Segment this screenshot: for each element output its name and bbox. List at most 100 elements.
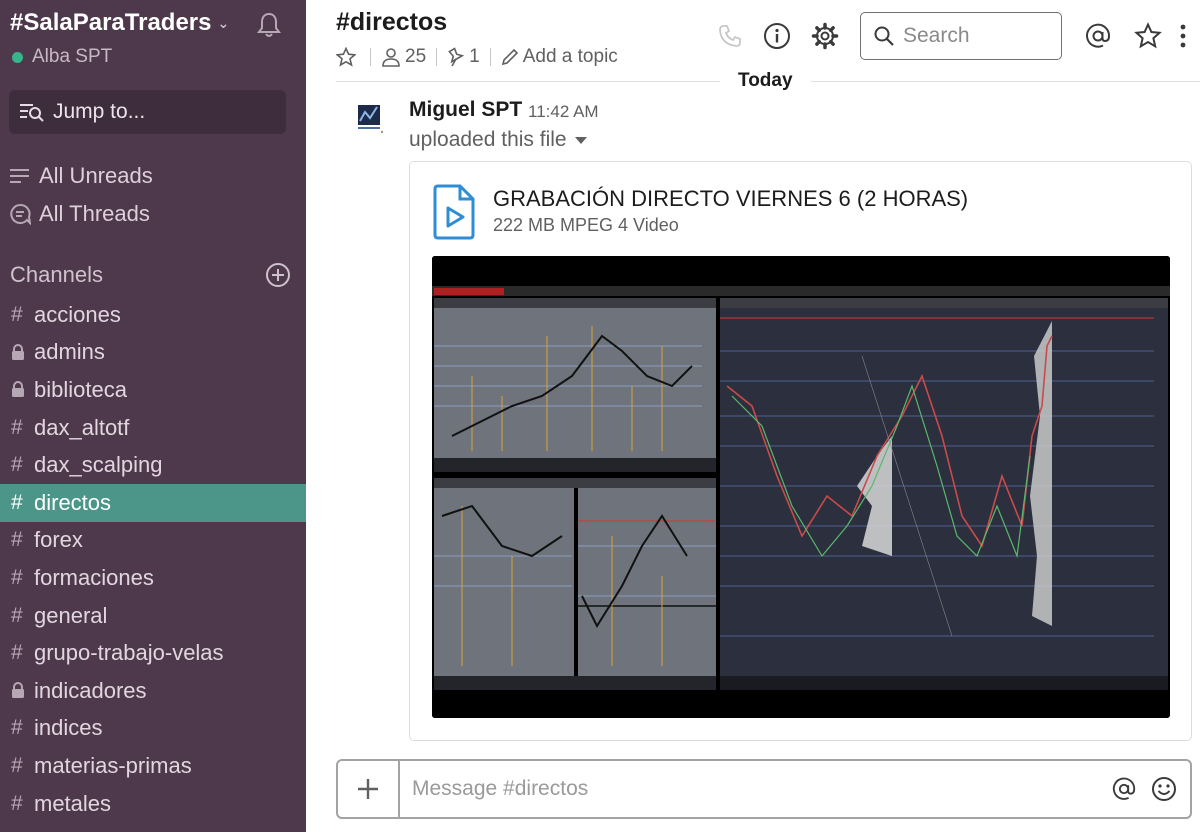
pencil-icon: [501, 48, 518, 66]
video-file-icon: [433, 184, 475, 240]
channel-meta: 25 1 Add a topic: [336, 46, 618, 68]
all-threads-label: All Threads: [39, 201, 150, 226]
all-unreads-link[interactable]: All Unreads: [9, 163, 153, 189]
sender-name[interactable]: Miguel SPT: [409, 98, 522, 122]
plus-icon: [358, 779, 378, 799]
channel-item-biblioteca[interactable]: biblioteca: [0, 371, 306, 409]
channels-heading: Channels: [10, 262, 103, 287]
member-count-button[interactable]: 25: [381, 46, 426, 68]
video-frame: [432, 256, 1170, 718]
jump-search-icon: [20, 104, 44, 122]
person-icon: [382, 48, 400, 67]
channel-name: dax_scalping: [34, 452, 163, 478]
channel-item-indices[interactable]: # indices: [0, 710, 306, 748]
channel-item-forex[interactable]: # forex: [0, 522, 306, 560]
attach-button[interactable]: [338, 761, 400, 817]
hash-icon: #: [11, 603, 23, 627]
slack-window: #SalaParaTraders ⌄ Alba SPT Jump to... A…: [0, 0, 1200, 832]
gear-icon[interactable]: [809, 20, 841, 52]
channel-name: indicadores: [34, 677, 147, 703]
starred-icon[interactable]: [1132, 20, 1164, 52]
file-attachment[interactable]: GRABACIÓN DIRECTO VIERNES 6 (2 HORAS) 22…: [409, 161, 1192, 741]
sidebar: #SalaParaTraders ⌄ Alba SPT Jump to... A…: [0, 0, 306, 832]
jump-to-button[interactable]: Jump to...: [9, 90, 286, 134]
channel-name: materias-primas: [34, 752, 192, 778]
channel-item-grupo-trabajo-velas[interactable]: # grupo-trabajo-velas: [0, 634, 306, 672]
channel-name: grupo-trabajo-velas: [34, 640, 224, 666]
channel-list: # acciones admins biblioteca # dax_altotf # dax…: [0, 296, 306, 822]
pinned-count: 1: [469, 46, 480, 67]
hash-icon: #: [11, 716, 23, 740]
hash-icon: #: [11, 415, 23, 439]
all-unreads-label: All Unreads: [39, 163, 153, 188]
video-player[interactable]: [432, 256, 1170, 718]
date-label: Today: [720, 70, 811, 92]
lock-icon: [11, 343, 34, 361]
presence-dot: [12, 51, 23, 63]
emoji-button[interactable]: [1144, 761, 1184, 817]
message-composer: [336, 759, 1192, 819]
unreads-icon: [10, 169, 29, 183]
chevron-down-icon: ⌄: [217, 14, 230, 31]
channel-item-dax_altotf[interactable]: # dax_altotf: [0, 409, 306, 447]
channel-title: #directos: [336, 8, 448, 36]
user-name: Alba SPT: [32, 46, 113, 67]
add-topic-label: Add a topic: [522, 46, 618, 67]
hash-icon: #: [11, 528, 23, 552]
channel-name: forex: [34, 527, 83, 553]
add-topic-button[interactable]: Add a topic: [501, 46, 618, 68]
workspace-name: #SalaParaTraders: [10, 9, 212, 36]
hash-icon: #: [11, 791, 23, 815]
message-timestamp[interactable]: 11:42 AM: [528, 102, 599, 122]
avatar[interactable]: [350, 98, 388, 136]
phone-icon[interactable]: [714, 20, 746, 52]
search-box[interactable]: Search: [860, 12, 1062, 60]
workspace-menu[interactable]: #SalaParaTraders ⌄: [10, 9, 229, 37]
channel-item-formaciones[interactable]: # formaciones: [0, 559, 306, 597]
upload-action[interactable]: uploaded this file: [409, 128, 587, 152]
all-threads-link[interactable]: All Threads: [9, 201, 150, 227]
message-input[interactable]: [400, 761, 1104, 817]
lock-icon: [11, 381, 34, 398]
channel-item-indicadores[interactable]: indicadores: [0, 672, 306, 710]
channel-name: indices: [34, 715, 103, 741]
channel-name: directos: [34, 489, 112, 515]
info-icon[interactable]: [761, 20, 793, 52]
pinned-button[interactable]: 1: [447, 46, 480, 68]
emoji-icon: [1152, 777, 1176, 801]
search-placeholder: Search: [903, 24, 970, 47]
date-divider: Today: [306, 70, 1200, 94]
channel-name: general: [34, 602, 108, 628]
upload-text: uploaded this file: [409, 128, 567, 151]
channel-item-general[interactable]: # general: [0, 597, 306, 635]
search-icon: [874, 26, 894, 46]
channel-item-acciones[interactable]: # acciones: [0, 296, 306, 334]
mentions-icon[interactable]: [1082, 20, 1114, 52]
channel-item-metales[interactable]: # metales: [0, 785, 306, 823]
file-name[interactable]: GRABACIÓN DIRECTO VIERNES 6 (2 HORAS): [493, 186, 968, 212]
channel-item-materias-primas[interactable]: # materias-primas: [0, 747, 306, 785]
hash-icon: #: [11, 641, 23, 665]
user-status[interactable]: Alba SPT: [12, 46, 112, 68]
jump-to-label: Jump to...: [53, 100, 146, 123]
channel-item-directos[interactable]: # directos: [0, 483, 306, 522]
star-icon[interactable]: [336, 47, 356, 67]
hash-icon: #: [11, 753, 23, 777]
channels-header[interactable]: Channels: [10, 262, 290, 288]
meta-separator: [489, 48, 491, 66]
channel-view: #directos 25 1 Add a topic Search Today …: [306, 0, 1200, 832]
file-meta: 222 MB MPEG 4 Video: [493, 215, 679, 235]
member-count: 25: [405, 46, 427, 67]
channel-name: metales: [34, 790, 112, 816]
channel-item-admins[interactable]: admins: [0, 334, 306, 372]
meta-separator: [370, 48, 371, 66]
more-options-icon[interactable]: [1174, 20, 1192, 52]
caret-down-icon: [574, 136, 587, 144]
hash-icon: #: [11, 453, 23, 477]
add-channel-icon[interactable]: [266, 263, 290, 287]
bell-icon[interactable]: [255, 11, 283, 39]
channel-name: dax_altotf: [34, 414, 130, 440]
channel-name: formaciones: [34, 564, 154, 590]
channel-item-dax_scalping[interactable]: # dax_scalping: [0, 446, 306, 484]
mention-button[interactable]: [1104, 761, 1144, 817]
